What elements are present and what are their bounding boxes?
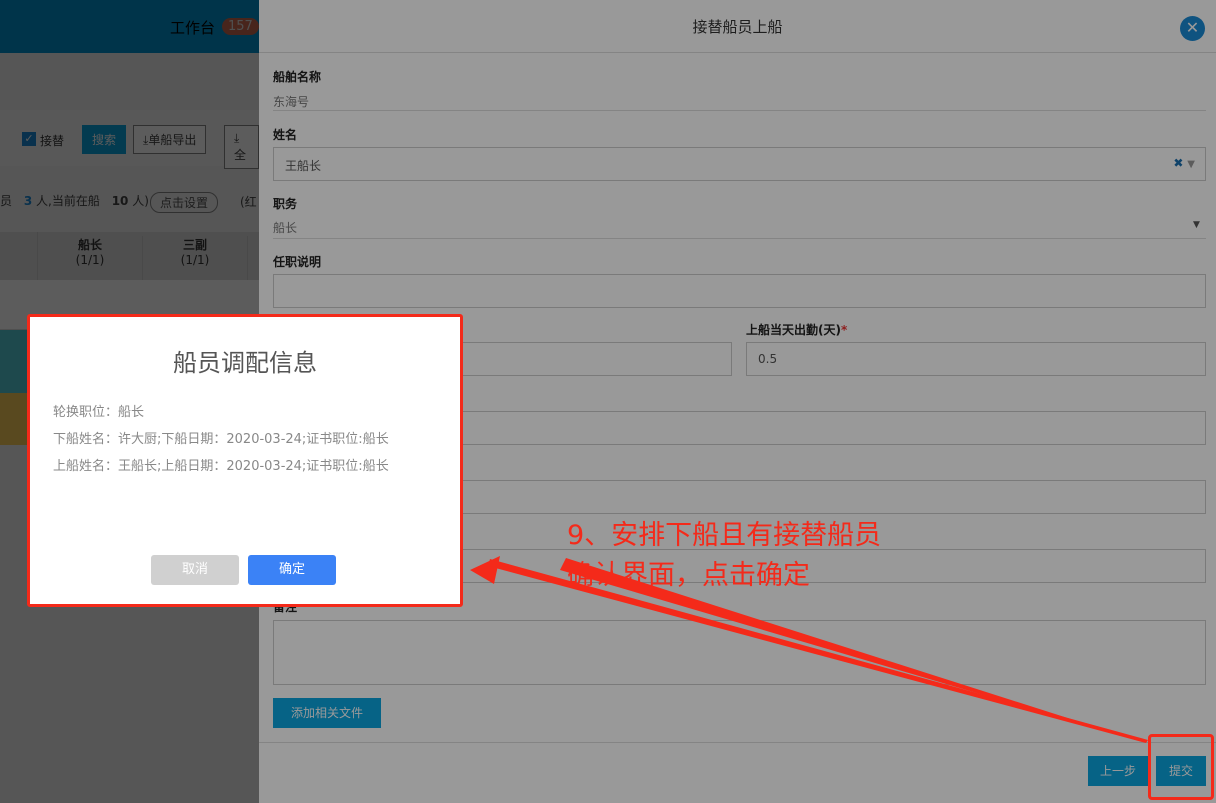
arrow-shaft bbox=[488, 559, 1148, 743]
arrow-shaft-thick bbox=[560, 558, 1146, 743]
annotation-arrow-icon bbox=[470, 556, 1148, 743]
annotation-highlight-box bbox=[1148, 734, 1214, 800]
arrow-head bbox=[470, 556, 500, 584]
